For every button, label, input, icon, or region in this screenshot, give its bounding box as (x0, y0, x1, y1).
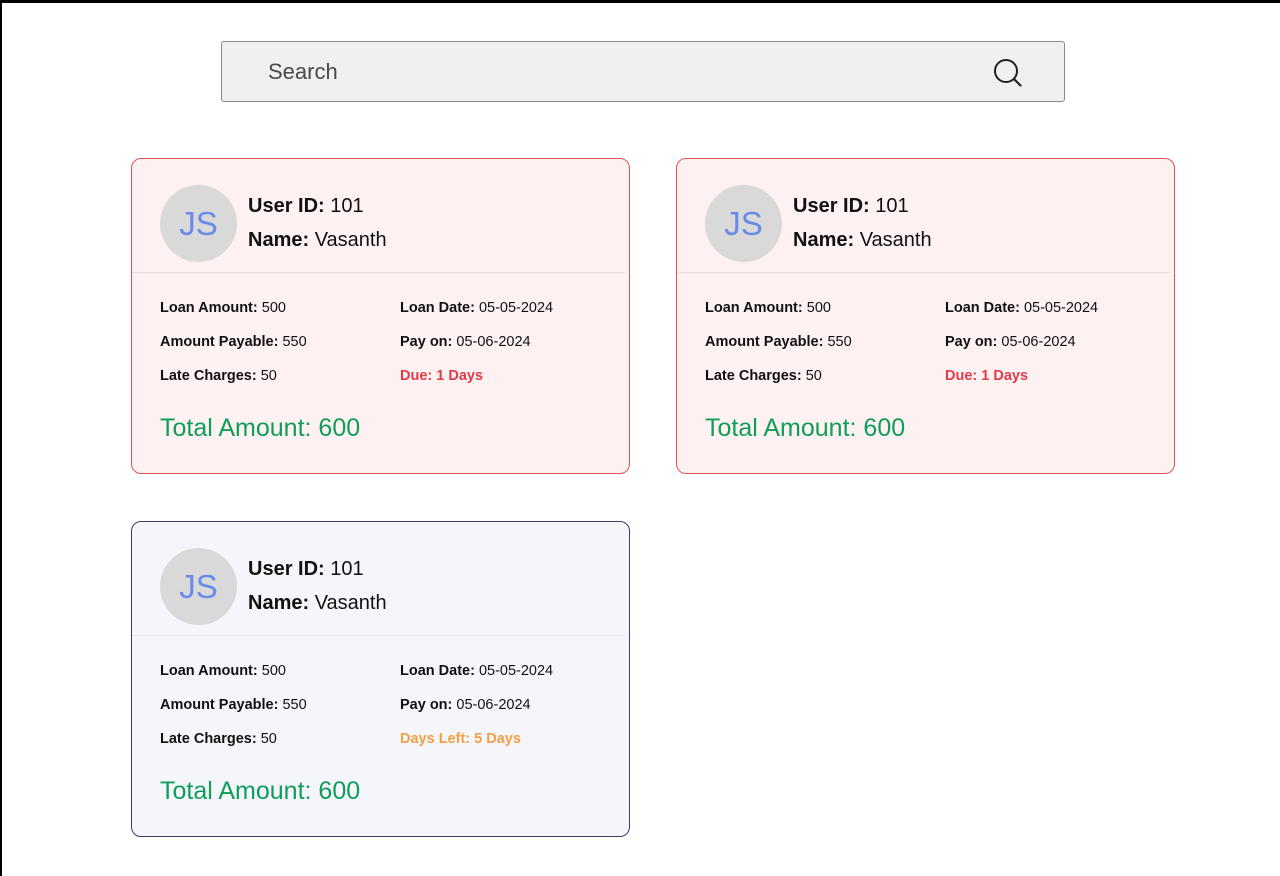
pay-on: Pay on: 05-06-2024 (400, 334, 531, 350)
amount-payable: Amount Payable: 550 (160, 697, 307, 713)
days-left-status: Days Left: 5 Days (400, 731, 521, 747)
late-charges: Late Charges: 50 (160, 731, 277, 747)
total-amount: Total Amount: 600 (160, 414, 361, 442)
late-charges-label: Late Charges: (705, 368, 802, 384)
pay-on-value: 05-06-2024 (456, 697, 531, 713)
late-charges: Late Charges: 50 (705, 368, 822, 384)
pay-on-label: Pay on: (400, 334, 453, 350)
loan-date-value: 05-05-2024 (478, 300, 554, 316)
loan-date-value: 05-05-2024 (478, 663, 554, 679)
amount-payable-label: Amount Payable: (160, 697, 279, 713)
loan-amount: Loan Amount: 500 (705, 300, 831, 316)
user-id-value: 101 (875, 195, 909, 217)
pay-on-value: 05-06-2024 (456, 334, 531, 350)
avatar: JS (160, 548, 237, 625)
loan-date-label: Loan Date: (400, 300, 475, 316)
search-input[interactable] (268, 42, 968, 101)
late-charges-label: Late Charges: (160, 368, 257, 384)
loan-amount: Loan Amount: 500 (160, 663, 286, 679)
due-status: Due: 1 Days (400, 368, 484, 384)
late-charges-value: 50 (805, 368, 822, 384)
amount-payable-value: 550 (282, 334, 307, 350)
loan-amount-value: 500 (806, 300, 831, 316)
user-id-line: User ID: 101 (248, 195, 364, 218)
card-divider (132, 635, 625, 636)
user-id-value: 101 (330, 558, 364, 580)
late-charges-label: Late Charges: (160, 731, 257, 747)
loan-amount-label: Loan Amount: (705, 300, 803, 316)
avatar: JS (705, 185, 782, 262)
loan-date: Loan Date: 05-05-2024 (400, 663, 553, 679)
late-charges-value: 50 (260, 731, 277, 747)
total-amount: Total Amount: 600 (705, 414, 906, 442)
user-id-line: User ID: 101 (248, 558, 364, 581)
pay-on: Pay on: 05-06-2024 (945, 334, 1076, 350)
user-id-label: User ID: (248, 558, 325, 580)
loan-card[interactable]: JS User ID: 101 Name: Vasanth Loan Amoun… (676, 158, 1175, 474)
avatar-initials: JS (179, 567, 218, 605)
late-charges: Late Charges: 50 (160, 368, 277, 384)
due-status: Due: 1 Days (945, 368, 1029, 384)
amount-payable: Amount Payable: 550 (160, 334, 307, 350)
loan-amount: Loan Amount: 500 (160, 300, 286, 316)
loan-amount-value: 500 (261, 300, 286, 316)
loan-card[interactable]: JS User ID: 101 Name: Vasanth Loan Amoun… (131, 521, 630, 837)
user-name-line: Name: Vasanth (793, 229, 932, 252)
amount-payable-label: Amount Payable: (705, 334, 824, 350)
loan-date-value: 05-05-2024 (1023, 300, 1099, 316)
user-id-value: 101 (330, 195, 364, 217)
avatar-initials: JS (179, 204, 218, 242)
loan-amount-value: 500 (261, 663, 286, 679)
user-id-label: User ID: (248, 195, 325, 217)
card-divider (677, 272, 1170, 273)
total-amount: Total Amount: 600 (160, 777, 361, 805)
user-id-line: User ID: 101 (793, 195, 909, 218)
user-name-line: Name: Vasanth (248, 229, 387, 252)
name-label: Name: (248, 229, 310, 251)
name-value: Vasanth (314, 229, 387, 251)
amount-payable-value: 550 (282, 697, 307, 713)
card-divider (132, 272, 625, 273)
name-value: Vasanth (859, 229, 932, 251)
name-label: Name: (248, 592, 310, 614)
name-label: Name: (793, 229, 855, 251)
avatar-initials: JS (724, 204, 763, 242)
loan-date: Loan Date: 05-05-2024 (945, 300, 1098, 316)
amount-payable-value: 550 (827, 334, 852, 350)
amount-payable: Amount Payable: 550 (705, 334, 852, 350)
loan-card[interactable]: JS User ID: 101 Name: Vasanth Loan Amoun… (131, 158, 630, 474)
search-bar[interactable] (221, 41, 1065, 102)
amount-payable-label: Amount Payable: (160, 334, 279, 350)
loan-date: Loan Date: 05-05-2024 (400, 300, 553, 316)
user-id-label: User ID: (793, 195, 870, 217)
user-name-line: Name: Vasanth (248, 592, 387, 615)
search-icon[interactable] (992, 57, 1024, 89)
loan-amount-label: Loan Amount: (160, 663, 258, 679)
pay-on-label: Pay on: (400, 697, 453, 713)
loan-date-label: Loan Date: (400, 663, 475, 679)
avatar: JS (160, 185, 237, 262)
loan-date-label: Loan Date: (945, 300, 1020, 316)
late-charges-value: 50 (260, 368, 277, 384)
loan-amount-label: Loan Amount: (160, 300, 258, 316)
name-value: Vasanth (314, 592, 387, 614)
pay-on-label: Pay on: (945, 334, 998, 350)
pay-on: Pay on: 05-06-2024 (400, 697, 531, 713)
pay-on-value: 05-06-2024 (1001, 334, 1076, 350)
